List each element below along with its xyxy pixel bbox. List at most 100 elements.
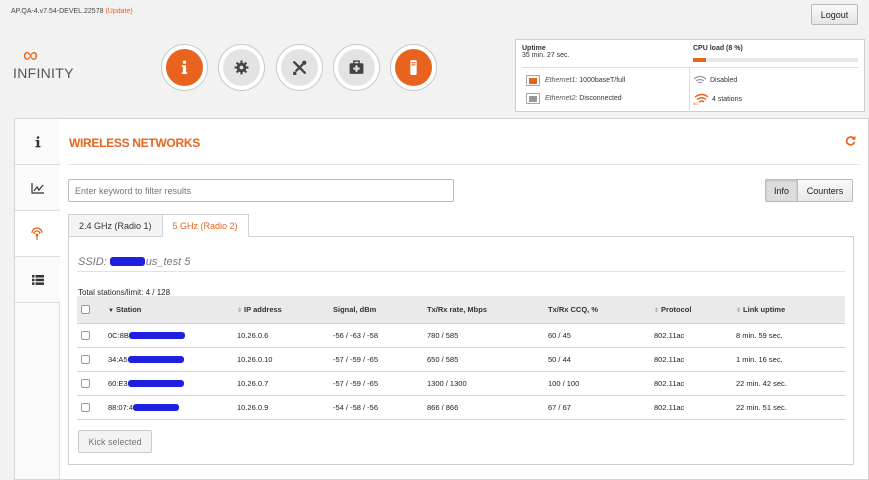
col-protocol-label: Protocol bbox=[661, 304, 692, 314]
sort-icon: ⇕ bbox=[736, 307, 742, 314]
info-view-button[interactable]: Info bbox=[765, 179, 798, 202]
uptime-value: 35 min. 27 sec. bbox=[522, 52, 570, 59]
nav-settings-button[interactable] bbox=[218, 44, 265, 91]
station-mac: 88:07:4 bbox=[108, 402, 134, 412]
wlan2-band-badge: 5G bbox=[693, 101, 698, 105]
signal-cell: -56 / -63 / -58 bbox=[329, 322, 423, 347]
table-row[interactable]: 60:E3 10.26.0.7 -57 / -59 / -65 1300 / 1… bbox=[77, 370, 845, 395]
ethernet-port-icon bbox=[526, 75, 540, 86]
gear-icon bbox=[234, 60, 249, 75]
uptime-cell: 1 min. 16 sec. bbox=[732, 346, 845, 371]
ssid-prefix: SSID: bbox=[78, 256, 107, 268]
col-station-label: Station bbox=[115, 304, 142, 314]
redaction-mark bbox=[127, 379, 184, 387]
uptime-cell: 22 min. 42 sec. bbox=[732, 370, 845, 395]
col-signal: Signal, dBm bbox=[329, 296, 423, 324]
tab-radio-1[interactable]: 2.4 GHz (Radio 1) bbox=[68, 214, 163, 237]
counters-view-button[interactable]: Counters bbox=[797, 179, 853, 202]
col-ip[interactable]: ⇕ IP address bbox=[233, 296, 329, 324]
wireless-icon bbox=[31, 226, 43, 240]
protocol-cell: 802.11ac bbox=[650, 322, 732, 347]
station-cell: 88:07:4 bbox=[104, 394, 233, 420]
col-protocol[interactable]: ⇕ Protocol bbox=[650, 296, 732, 324]
main-panel: WIRELESS NETWORKS Info Counters 2.4 GHz … bbox=[14, 118, 869, 480]
status-divider bbox=[522, 67, 858, 68]
list-icon bbox=[31, 274, 44, 285]
ssid-label: SSID: us_test 5 bbox=[78, 256, 190, 268]
col-ccq-label: Tx/Rx CCQ, % bbox=[548, 304, 599, 314]
table-row[interactable]: 34:A5 10.26.0.10 -57 / -59 / -65 650 / 5… bbox=[77, 346, 845, 371]
ethernet-port-icon bbox=[526, 93, 540, 104]
rate-cell: 780 / 585 bbox=[423, 322, 544, 347]
station-mac: 60:E3 bbox=[108, 378, 128, 388]
info-icon bbox=[181, 60, 188, 74]
ccq-cell: 100 / 100 bbox=[544, 370, 650, 395]
col-link-uptime[interactable]: ⇕ Link uptime bbox=[732, 296, 845, 324]
title-divider bbox=[68, 164, 860, 165]
col-rate: Tx/Rx rate, Mbps bbox=[423, 296, 544, 324]
row-checkbox[interactable] bbox=[81, 330, 90, 340]
rate-cell: 1300 / 1300 bbox=[423, 370, 544, 395]
tab-radio-2[interactable]: 5 GHz (Radio 2) bbox=[161, 214, 249, 237]
wlan2-status: 5G 4 stations bbox=[693, 93, 742, 105]
ip-cell: 10.26.0.7 bbox=[233, 370, 329, 395]
signal-cell: -57 / -59 / -65 bbox=[329, 370, 423, 395]
sidebar-item-info[interactable] bbox=[15, 119, 60, 165]
logout-button[interactable]: Logout bbox=[811, 4, 858, 25]
cpu-load-label: CPU load (8 %) bbox=[693, 45, 743, 52]
stations-table: ▼ Station ⇕ IP address Signal, dBm Tx/Rx r… bbox=[77, 296, 845, 420]
ccq-cell: 67 / 67 bbox=[544, 394, 650, 420]
refresh-button[interactable] bbox=[845, 135, 856, 148]
row-select-cell bbox=[77, 370, 104, 395]
col-ccq: Tx/Rx CCQ, % bbox=[544, 296, 650, 324]
sidebar-item-statistics[interactable] bbox=[15, 165, 60, 211]
redaction-mark bbox=[133, 403, 180, 411]
station-cell: 0C:8B bbox=[104, 322, 233, 347]
select-all-checkbox[interactable] bbox=[81, 305, 90, 314]
redaction-mark bbox=[109, 257, 145, 266]
rate-cell: 866 / 866 bbox=[423, 394, 544, 420]
wlan2-value: 4 stations bbox=[712, 95, 742, 103]
table-header-row: ▼ Station ⇕ IP address Signal, dBm Tx/Rx r… bbox=[77, 296, 845, 324]
row-checkbox[interactable] bbox=[81, 402, 90, 412]
nav-diagnostics-button[interactable] bbox=[333, 44, 380, 91]
col-rate-label: Tx/Rx rate, Mbps bbox=[427, 304, 488, 314]
station-cell: 60:E3 bbox=[104, 370, 233, 395]
wlan1-value: Disabled bbox=[710, 76, 738, 84]
radio-tab-panel: SSID: us_test 5 Total stations/limit: 4 /… bbox=[68, 236, 854, 465]
ethernet1-label: Ethernet1: bbox=[545, 77, 578, 84]
uptime-cell: 8 min. 59 sec. bbox=[732, 322, 845, 347]
row-checkbox[interactable] bbox=[81, 354, 90, 364]
cpu-load-fill bbox=[693, 58, 707, 62]
tools-icon bbox=[293, 60, 307, 75]
nav-device-button[interactable] bbox=[390, 44, 437, 91]
wifi-5g-icon: 5G bbox=[693, 93, 709, 105]
update-link[interactable]: (Update) bbox=[105, 8, 132, 15]
redaction-mark bbox=[127, 355, 184, 363]
table-row[interactable]: 0C:8B 10.26.0.6 -56 / -63 / -58 780 / 58… bbox=[77, 322, 845, 347]
station-cell: 34:A5 bbox=[104, 346, 233, 371]
ssid-name: us_test 5 bbox=[145, 256, 191, 268]
kick-selected-button[interactable]: Kick selected bbox=[78, 430, 152, 453]
device-icon bbox=[410, 60, 417, 75]
first-aid-kit-icon bbox=[349, 60, 364, 74]
cpu-load-bar bbox=[693, 58, 858, 62]
nav-info-button[interactable] bbox=[161, 44, 208, 91]
table-row[interactable]: 88:07:4 10.26.0.9 -54 / -58 / -56 866 / … bbox=[77, 394, 845, 420]
row-checkbox[interactable] bbox=[81, 378, 90, 388]
filter-input[interactable] bbox=[68, 179, 454, 202]
page-title: WIRELESS NETWORKS bbox=[69, 136, 200, 150]
sidebar bbox=[15, 119, 61, 479]
col-link-uptime-label: Link uptime bbox=[743, 304, 786, 314]
ethernet2-label: Ethernet2: bbox=[545, 95, 578, 102]
nav-tools-button[interactable] bbox=[276, 44, 323, 91]
col-station[interactable]: ▼ Station bbox=[104, 296, 233, 324]
firmware-version: AP.QA-4.v7.54-DEVEL.22578 (Update) bbox=[11, 8, 133, 15]
protocol-cell: 802.11ac bbox=[650, 346, 732, 371]
sidebar-item-wireless[interactable] bbox=[15, 211, 61, 257]
content-area: WIRELESS NETWORKS Info Counters 2.4 GHz … bbox=[60, 119, 868, 479]
station-mac: 34:A5 bbox=[108, 354, 128, 364]
ip-cell: 10.26.0.6 bbox=[233, 322, 329, 347]
ccq-cell: 60 / 45 bbox=[544, 322, 650, 347]
sidebar-item-list[interactable] bbox=[15, 257, 60, 303]
